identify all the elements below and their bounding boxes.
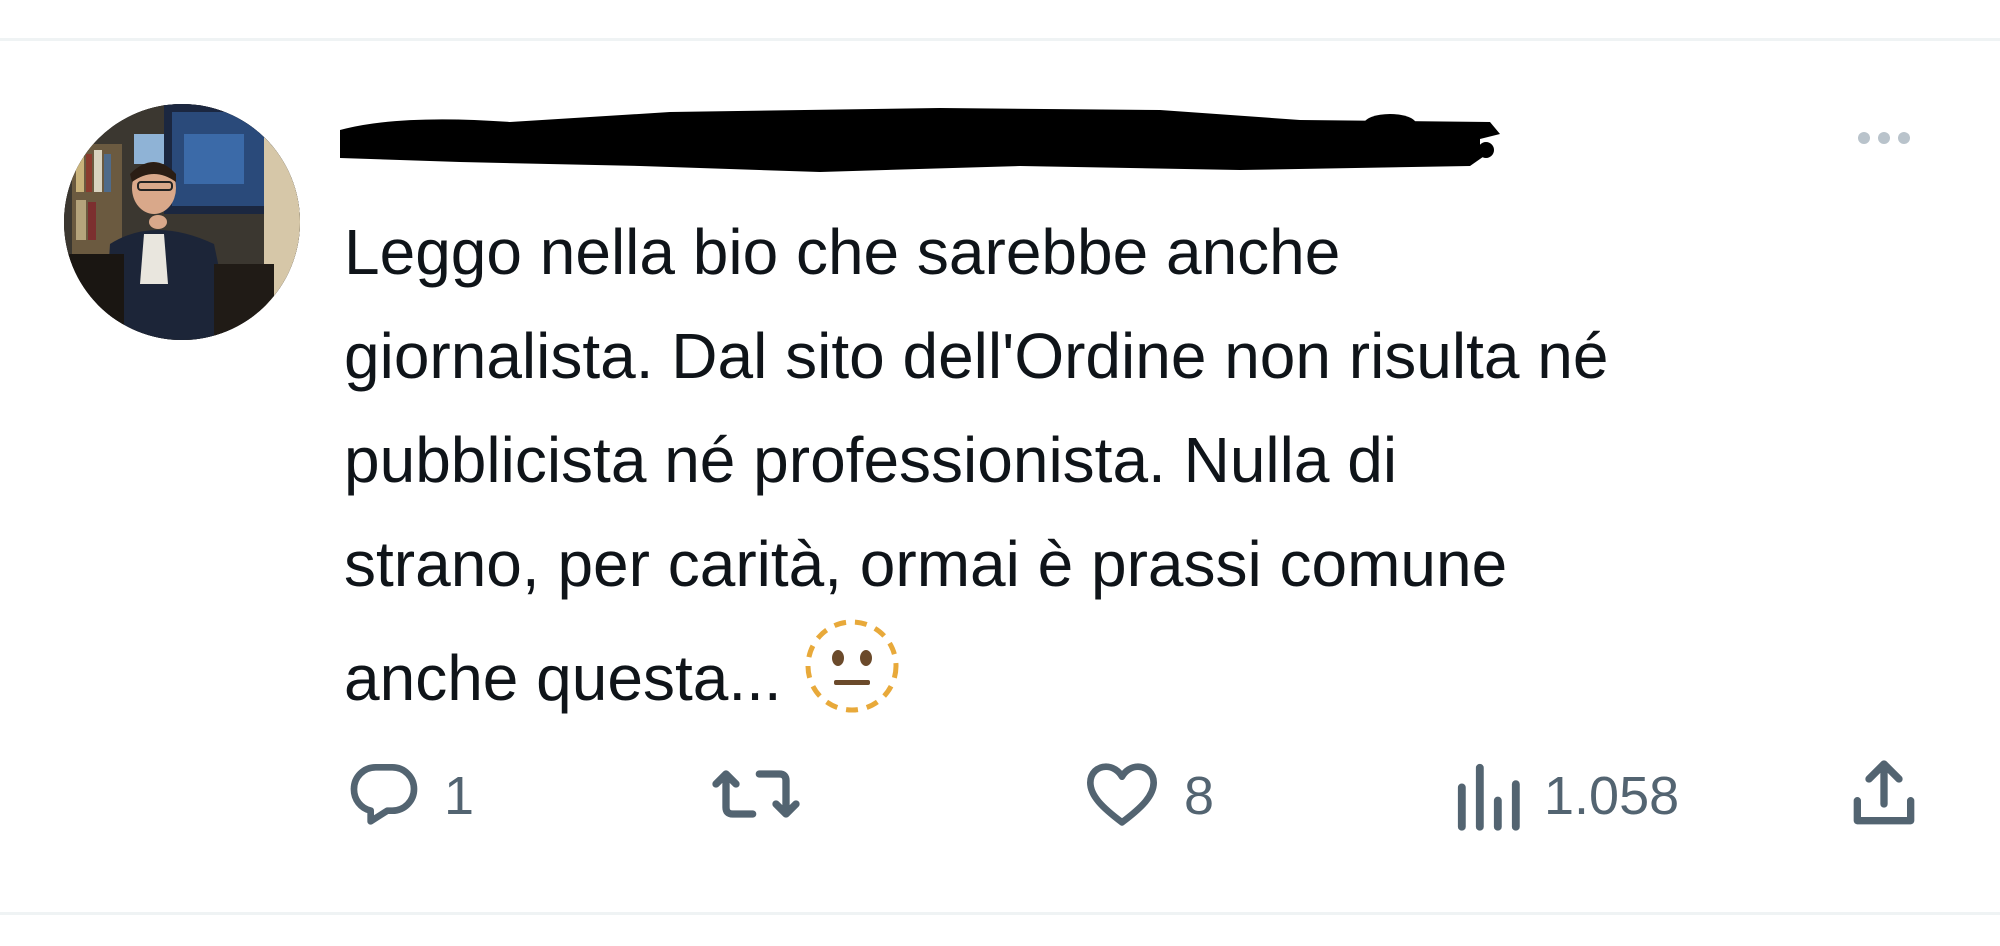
reply-count: 1 [444,766,475,826]
heart-icon [1080,754,1164,839]
views-icon [1452,754,1524,839]
more-dot-icon [1898,132,1910,144]
tweet-card: Leggo nella bio che sarebbe anche giorna… [0,0,2000,946]
author-name-redacted [340,100,1500,180]
views-button[interactable]: 1.058 [1452,756,1679,836]
bottom-divider [0,912,2000,915]
retweet-button[interactable] [708,756,804,836]
tweet-text: Leggo nella bio che sarebbe anche giorna… [344,200,1964,730]
share-icon [1844,754,1924,839]
top-divider [0,38,2000,41]
more-options-button[interactable] [1844,118,1924,158]
reply-button[interactable]: 1 [344,756,474,836]
avatar[interactable] [64,104,300,340]
views-count: 1.058 [1544,766,1680,826]
retweet-icon [708,754,804,839]
reply-icon [344,754,424,839]
more-dot-icon [1858,132,1870,144]
tweet-actions-bar: 1 8 1.058 [344,756,1934,836]
tweet-text-body: Leggo nella bio che sarebbe anche giorna… [344,216,1609,714]
more-dot-icon [1878,132,1890,144]
dotted-line-face-icon [802,616,902,716]
share-button[interactable] [1844,756,1924,836]
like-count: 8 [1184,766,1215,826]
like-button[interactable]: 8 [1080,756,1214,836]
